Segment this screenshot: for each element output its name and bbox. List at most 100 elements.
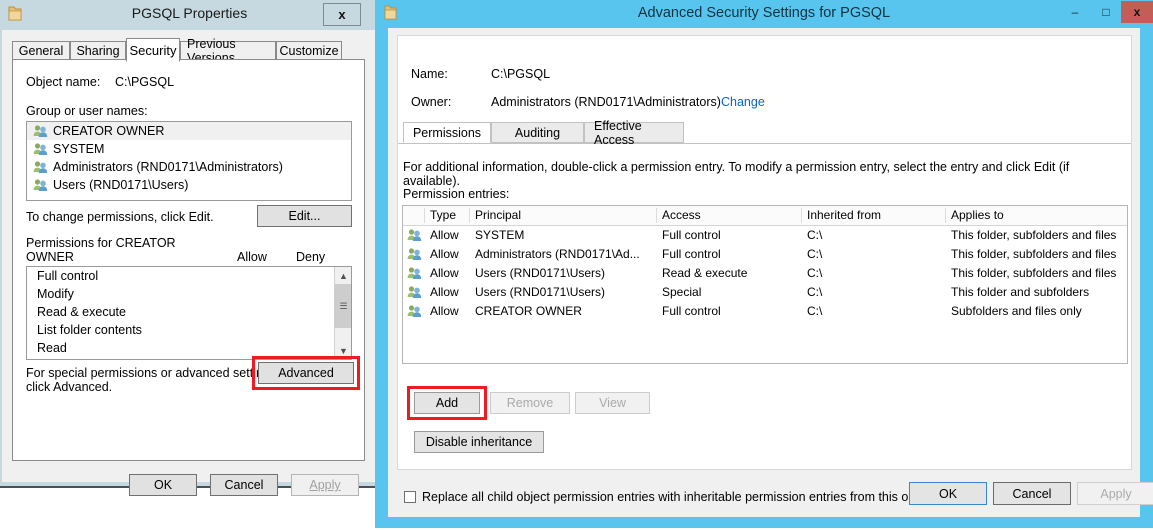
tab-customize[interactable]: Customize bbox=[276, 41, 342, 60]
cell-principal: Users (RND0171\Users) bbox=[475, 264, 605, 283]
user-group-icon bbox=[33, 160, 48, 174]
list-item[interactable]: CREATOR OWNER bbox=[27, 122, 351, 140]
cell-inherited-from: C:\ bbox=[807, 226, 822, 245]
permissions-list[interactable]: Full control Modify Read & execute List … bbox=[26, 266, 352, 360]
cell-access: Read & execute bbox=[662, 264, 747, 283]
left-close-button[interactable]: x bbox=[323, 3, 361, 26]
tab-sharing[interactable]: Sharing bbox=[70, 41, 126, 60]
maximize-button[interactable]: □ bbox=[1091, 1, 1121, 23]
object-name-value: C:\PGSQL bbox=[115, 75, 174, 89]
apply-button-label: Apply bbox=[309, 478, 340, 492]
cell-principal: Users (RND0171\Users) bbox=[475, 283, 605, 302]
close-button[interactable]: x bbox=[1121, 1, 1153, 23]
list-item[interactable]: Administrators (RND0171\Administrators) bbox=[27, 158, 351, 176]
table-row[interactable]: Allow Users (RND0171\Users) Special C:\ … bbox=[403, 283, 1127, 302]
permission-entries-label: Permission entries: bbox=[403, 187, 509, 201]
cell-principal: CREATOR OWNER bbox=[475, 302, 582, 321]
object-name-label: Object name: bbox=[26, 75, 100, 89]
column-header-applies-to[interactable]: Applies to bbox=[951, 206, 1004, 225]
name-value: C:\PGSQL bbox=[491, 67, 550, 81]
right-tab-strip: Permissions Auditing Effective Access bbox=[398, 122, 1131, 144]
view-button: View bbox=[575, 392, 650, 414]
cell-applies-to: This folder, subfolders and files bbox=[951, 245, 1116, 264]
tab-permissions[interactable]: Permissions bbox=[403, 122, 491, 143]
table-row[interactable]: Allow CREATOR OWNER Full control C:\ Sub… bbox=[403, 302, 1127, 321]
list-item[interactable]: Read bbox=[27, 339, 351, 357]
cell-access: Full control bbox=[662, 245, 721, 264]
left-title-bar: PGSQL Properties x bbox=[0, 0, 379, 30]
table-row[interactable]: Allow Administrators (RND0171\Ad... Full… bbox=[403, 245, 1127, 264]
permissions-scrollbar[interactable]: ▲ ☰ ▼ bbox=[334, 267, 351, 359]
permissions-for-label-line2: OWNER bbox=[26, 250, 74, 264]
scrollbar-thumb[interactable]: ☰ bbox=[335, 284, 352, 328]
column-divider bbox=[656, 208, 657, 223]
column-header-type[interactable]: Type bbox=[430, 206, 456, 225]
tab-previous-versions[interactable]: Previous Versions bbox=[180, 41, 276, 60]
column-divider bbox=[801, 208, 802, 223]
list-item[interactable]: Full control bbox=[27, 267, 351, 285]
apply-button: Apply bbox=[291, 474, 359, 496]
permission-entries-table[interactable]: Type Principal Access Inherited from App… bbox=[402, 205, 1128, 364]
cell-principal: Administrators (RND0171\Ad... bbox=[475, 245, 640, 264]
deny-column-header: Deny bbox=[296, 250, 325, 264]
cell-type: Allow bbox=[430, 226, 459, 245]
tab-general[interactable]: General bbox=[12, 41, 70, 60]
cancel-button[interactable]: Cancel bbox=[210, 474, 278, 496]
owner-value: Administrators (RND0171\Administrators) bbox=[491, 95, 721, 109]
group-user-list[interactable]: CREATOR OWNER SYSTEM bbox=[26, 121, 352, 201]
edit-button[interactable]: Edit... bbox=[257, 205, 352, 227]
cell-applies-to: Subfolders and files only bbox=[951, 302, 1082, 321]
permissions-panel: Name: C:\PGSQL Owner: Administrators (RN… bbox=[397, 35, 1132, 470]
left-tab-strip: General Sharing Security Previous Versio… bbox=[12, 38, 365, 60]
cell-access: Full control bbox=[662, 226, 721, 245]
user-group-icon bbox=[33, 178, 48, 192]
user-group-icon bbox=[33, 124, 48, 138]
remove-button: Remove bbox=[490, 392, 570, 414]
column-header-inherited-from[interactable]: Inherited from bbox=[807, 206, 881, 225]
allow-column-header: Allow bbox=[237, 250, 267, 264]
cell-access: Special bbox=[662, 283, 701, 302]
advanced-button-highlight bbox=[252, 356, 360, 390]
list-item[interactable]: Read & execute bbox=[27, 303, 351, 321]
cell-type: Allow bbox=[430, 245, 459, 264]
cell-applies-to: This folder, subfolders and files bbox=[951, 226, 1116, 245]
name-label: Name: bbox=[411, 67, 448, 81]
column-divider bbox=[945, 208, 946, 223]
permissions-for-label-line1: Permissions for CREATOR bbox=[26, 236, 176, 250]
right-dialog-buttons: OK Cancel Apply bbox=[388, 474, 1140, 514]
minimize-button[interactable]: – bbox=[1060, 1, 1090, 23]
list-item-label: Administrators (RND0171\Administrators) bbox=[53, 160, 283, 174]
column-header-principal[interactable]: Principal bbox=[475, 206, 521, 225]
tab-security[interactable]: Security bbox=[126, 38, 180, 62]
table-row[interactable]: Allow SYSTEM Full control C:\ This folde… bbox=[403, 226, 1127, 245]
list-item[interactable]: Users (RND0171\Users) bbox=[27, 176, 351, 194]
column-divider bbox=[424, 208, 425, 223]
left-window-body: General Sharing Security Previous Versio… bbox=[2, 30, 375, 482]
tab-effective-access[interactable]: Effective Access bbox=[584, 122, 684, 143]
entry-action-buttons: Add Remove View Disable inheritance bbox=[402, 392, 1128, 462]
change-owner-link[interactable]: Change bbox=[721, 95, 765, 109]
right-title-bar: Advanced Security Settings for PGSQL – □… bbox=[375, 0, 1153, 28]
owner-label: Owner: bbox=[411, 95, 451, 109]
table-row[interactable]: Allow Users (RND0171\Users) Read & execu… bbox=[403, 264, 1127, 283]
disable-inheritance-button[interactable]: Disable inheritance bbox=[414, 431, 544, 453]
column-header-access[interactable]: Access bbox=[662, 206, 701, 225]
tab-auditing[interactable]: Auditing bbox=[491, 122, 584, 143]
scroll-up-arrow-icon[interactable]: ▲ bbox=[335, 267, 352, 284]
user-group-icon bbox=[407, 304, 422, 323]
user-group-icon bbox=[33, 142, 48, 156]
list-item-label: CREATOR OWNER bbox=[53, 124, 164, 138]
cell-inherited-from: C:\ bbox=[807, 264, 822, 283]
ok-button[interactable]: OK bbox=[129, 474, 197, 496]
list-item[interactable]: SYSTEM bbox=[27, 140, 351, 158]
column-divider bbox=[469, 208, 470, 223]
security-tab-page: Object name: C:\PGSQL Group or user name… bbox=[12, 59, 365, 461]
list-item[interactable]: Modify bbox=[27, 285, 351, 303]
special-permissions-hint-line2: click Advanced. bbox=[26, 380, 112, 394]
list-item[interactable]: List folder contents bbox=[27, 321, 351, 339]
cell-access: Full control bbox=[662, 302, 721, 321]
advanced-security-settings-window: Advanced Security Settings for PGSQL – □… bbox=[375, 0, 1153, 528]
cell-applies-to: This folder, subfolders and files bbox=[951, 264, 1116, 283]
ok-button[interactable]: OK bbox=[909, 482, 987, 505]
cancel-button[interactable]: Cancel bbox=[993, 482, 1071, 505]
